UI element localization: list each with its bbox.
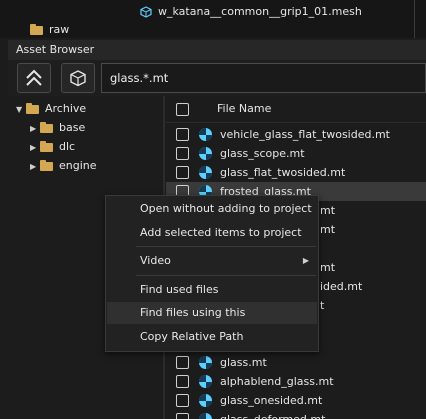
collapse-arrow-icon[interactable]: ▶ bbox=[30, 138, 40, 157]
file-row[interactable]: alphablend_glass.mt bbox=[166, 372, 426, 391]
file-row[interactable]: vehicle_glass_flat_twosided.mt bbox=[166, 125, 426, 144]
row-checkbox[interactable] bbox=[176, 128, 189, 141]
file-name: glass_deformed.mt bbox=[220, 410, 325, 419]
mesh-item-label: w_katana__common__grip1_01.mesh bbox=[158, 5, 362, 18]
file-row[interactable]: glass_deformed.mt bbox=[166, 410, 426, 419]
menu-item-label: Video bbox=[140, 254, 171, 267]
material-file-icon bbox=[199, 375, 212, 388]
menu-item-label: Add selected items to project bbox=[140, 226, 302, 239]
context-menu: Open without adding to project Add selec… bbox=[105, 195, 319, 352]
material-file-icon bbox=[199, 413, 212, 419]
file-name-partial: mt bbox=[320, 204, 336, 217]
file-row[interactable]: glass_onesided.mt bbox=[166, 391, 426, 410]
raw-folder-item[interactable]: raw bbox=[30, 20, 69, 38]
tree-item-archive[interactable]: ▼ Archive bbox=[16, 99, 86, 118]
file-list-header: File Name bbox=[166, 96, 426, 123]
menu-item-video[interactable]: Video ▶ bbox=[107, 250, 317, 272]
folder-icon bbox=[40, 159, 53, 171]
folder-icon bbox=[30, 23, 43, 35]
folder-open-icon bbox=[26, 102, 39, 114]
column-header-file-name[interactable]: File Name bbox=[217, 96, 271, 122]
go-up-button[interactable] bbox=[17, 63, 51, 93]
panel-divider bbox=[414, 0, 415, 38]
row-checkbox[interactable] bbox=[176, 394, 189, 407]
menu-item-label: Find files using this bbox=[140, 306, 246, 319]
tree-item-dlc[interactable]: ▶ dlc bbox=[30, 137, 75, 156]
file-name: alphablend_glass.mt bbox=[220, 375, 334, 388]
folder-icon bbox=[40, 121, 53, 133]
row-checkbox[interactable] bbox=[176, 375, 189, 388]
cube-icon bbox=[70, 70, 86, 87]
file-name-partial: mt bbox=[320, 261, 336, 274]
file-name: glass_onesided.mt bbox=[220, 394, 323, 407]
file-name-partial: ided.mt bbox=[320, 280, 363, 293]
menu-item-add-to-project[interactable]: Add selected items to project bbox=[107, 222, 317, 244]
file-row[interactable]: glass_scope.mt bbox=[166, 144, 426, 163]
material-file-icon bbox=[199, 128, 212, 141]
material-file-icon bbox=[199, 394, 212, 407]
tree-item-label: Archive bbox=[45, 102, 87, 115]
material-file-icon bbox=[199, 147, 212, 160]
menu-item-open-without-adding[interactable]: Open without adding to project bbox=[107, 198, 317, 220]
material-file-icon bbox=[199, 356, 212, 369]
row-checkbox[interactable] bbox=[176, 147, 189, 160]
expand-arrow-icon[interactable]: ▼ bbox=[16, 100, 26, 119]
archive-view-button[interactable] bbox=[61, 63, 95, 93]
double-chevron-up-icon bbox=[26, 69, 42, 86]
search-input[interactable]: glass.*.mt bbox=[101, 63, 426, 93]
asset-browser-header: Asset Browser bbox=[8, 40, 426, 60]
raw-folder-label: raw bbox=[49, 23, 70, 36]
collapse-arrow-icon[interactable]: ▶ bbox=[30, 119, 40, 138]
menu-item-label: Open without adding to project bbox=[140, 202, 312, 215]
file-row[interactable]: glass_flat_twosided.mt bbox=[166, 163, 426, 182]
select-all-checkbox[interactable] bbox=[176, 103, 189, 116]
file-name: glass_scope.mt bbox=[220, 147, 305, 160]
menu-item-label: Find used files bbox=[140, 283, 219, 296]
file-name: glass.mt bbox=[220, 356, 267, 369]
menu-item-copy-relative-path[interactable]: Copy Relative Path bbox=[107, 326, 317, 348]
tree-item-engine[interactable]: ▶ engine bbox=[30, 156, 97, 175]
tree-item-label: base bbox=[59, 121, 86, 134]
folder-icon bbox=[40, 140, 53, 152]
previous-panel: w_katana__common__grip1_01.mesh raw bbox=[0, 0, 426, 38]
row-checkbox[interactable] bbox=[176, 166, 189, 179]
menu-item-find-files-using-this[interactable]: Find files using this bbox=[107, 302, 317, 324]
file-name-partial: mt bbox=[320, 223, 336, 236]
tree-item-label: dlc bbox=[59, 140, 76, 153]
row-checkbox[interactable] bbox=[176, 413, 189, 419]
tree-item-base[interactable]: ▶ base bbox=[30, 118, 85, 137]
tree-item-label: engine bbox=[59, 159, 97, 172]
file-name: glass_flat_twosided.mt bbox=[220, 166, 346, 179]
file-name: vehicle_glass_flat_twosided.mt bbox=[220, 128, 390, 141]
mesh-icon bbox=[140, 6, 152, 18]
file-row[interactable]: glass.mt bbox=[166, 353, 426, 372]
material-file-icon bbox=[199, 166, 212, 179]
menu-item-find-used-files[interactable]: Find used files bbox=[107, 279, 317, 301]
collapse-arrow-icon[interactable]: ▶ bbox=[30, 157, 40, 176]
submenu-arrow-icon: ▶ bbox=[302, 256, 309, 265]
asset-browser-title: Asset Browser bbox=[16, 43, 95, 56]
mesh-list-item[interactable]: w_katana__common__grip1_01.mesh bbox=[140, 2, 362, 22]
menu-item-label: Copy Relative Path bbox=[140, 330, 244, 343]
row-checkbox[interactable] bbox=[176, 356, 189, 369]
menu-separator bbox=[136, 246, 316, 247]
file-name-partial: t bbox=[320, 299, 325, 312]
menu-separator bbox=[136, 275, 316, 276]
asset-browser-toolbar: glass.*.mt bbox=[8, 60, 426, 96]
